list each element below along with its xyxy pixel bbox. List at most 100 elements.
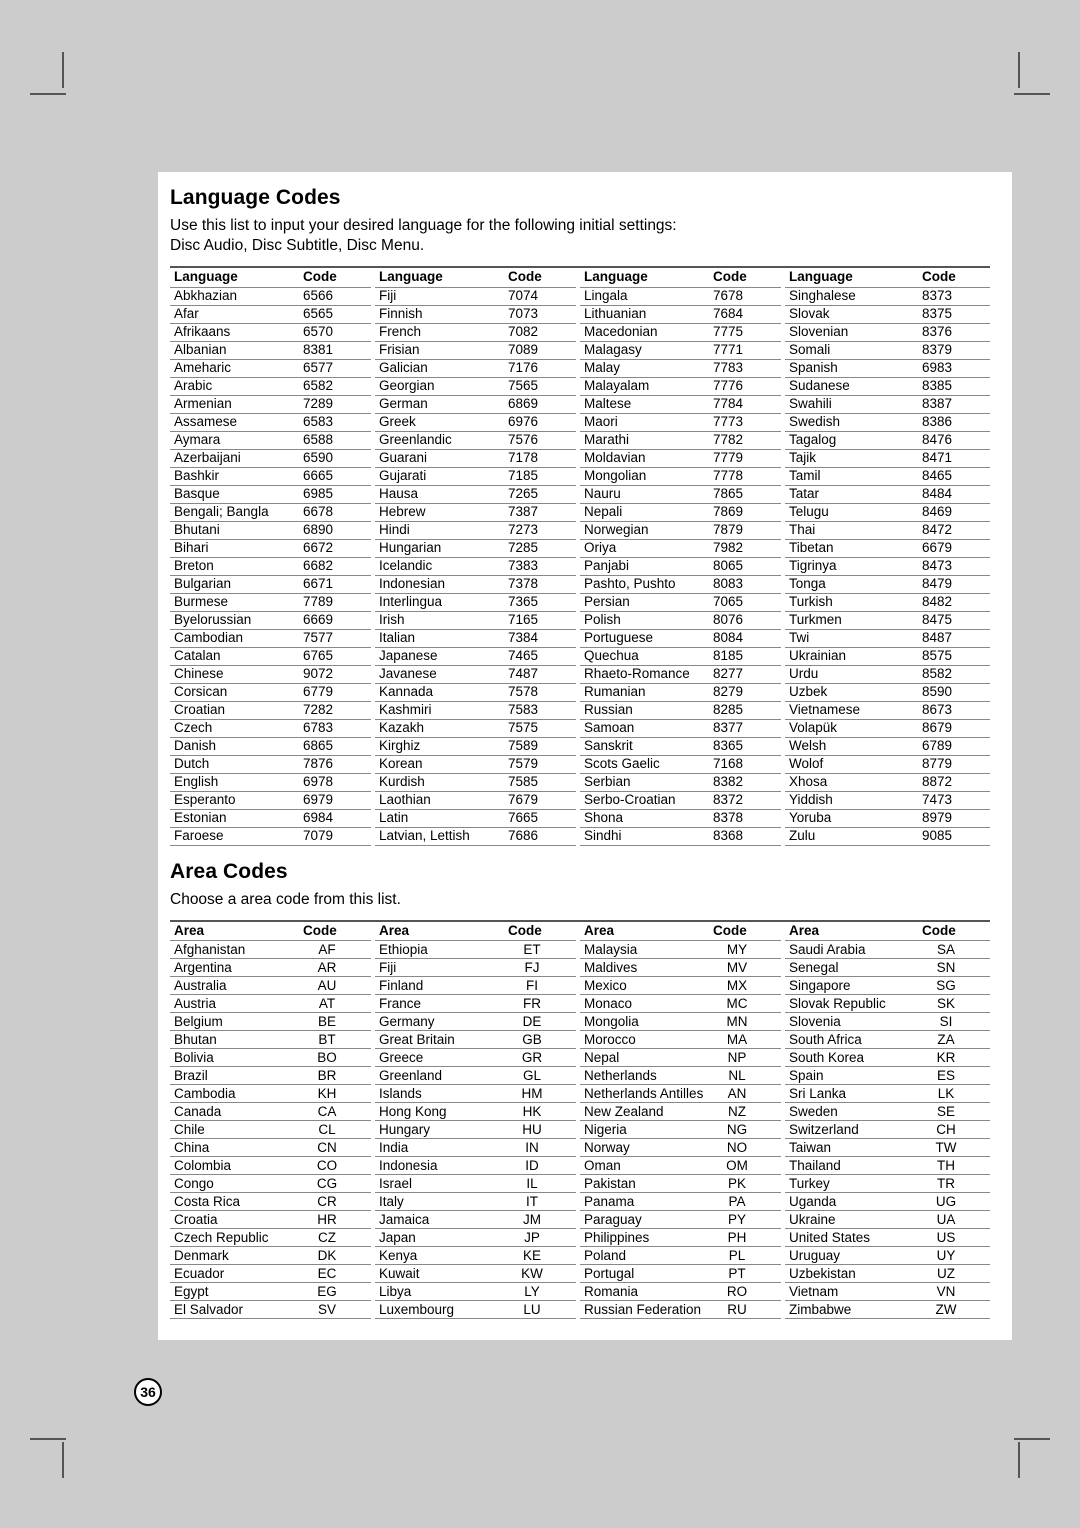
table-row: Sweden SE [785, 1102, 990, 1121]
table-row: Italy IT [375, 1192, 576, 1211]
area-name-cell: Hong Kong [375, 1102, 506, 1121]
area-header-name: Area [580, 921, 711, 941]
table-row: Macedonian 7775 [580, 323, 781, 342]
area-code-cell: HM [506, 1084, 576, 1103]
language-name-cell: Dutch [170, 755, 303, 774]
language-name-cell: Turkmen [785, 611, 922, 630]
area-code-cell: BO [301, 1048, 371, 1067]
area-code-cell: BE [301, 1012, 371, 1031]
area-subtable: Area Code Ethiopia ET Fiji FJ Finland FI France F… [375, 921, 576, 1319]
table-row: Belgium BE [170, 1012, 371, 1031]
table-row: Turkey TR [785, 1174, 990, 1193]
table-row: Esperanto 6979 [170, 791, 371, 810]
area-name-cell: Sri Lanka [785, 1084, 920, 1103]
language-name-cell: Finnish [375, 305, 508, 324]
area-name-cell: Japan [375, 1228, 506, 1247]
language-name-cell: Turkish [785, 593, 922, 612]
language-name-cell: Kazakh [375, 719, 508, 738]
language-code-cell: 8285 [713, 701, 781, 720]
area-code-cell: VN [920, 1282, 990, 1301]
table-row: Persian 7065 [580, 593, 781, 612]
area-code-cell: BT [301, 1030, 371, 1049]
table-row: Brazil BR [170, 1066, 371, 1085]
language-code-cell: 8484 [922, 485, 990, 504]
language-name-cell: Basque [170, 485, 303, 504]
table-row: Tonga 8479 [785, 575, 990, 594]
language-subtable: Language Code Singhalese 8373 Slovak 8375 Slov… [785, 268, 990, 846]
language-code-cell: 6565 [303, 305, 371, 324]
area-code-cell: LY [506, 1282, 576, 1301]
language-name-cell: Telugu [785, 503, 922, 522]
area-code-cell: IN [506, 1138, 576, 1157]
table-row: Thailand TH [785, 1156, 990, 1175]
area-name-cell: Finland [375, 976, 506, 995]
area-name-cell: Turkey [785, 1174, 920, 1193]
area-code-cell: RO [711, 1282, 781, 1301]
language-name-cell: Persian [580, 593, 713, 612]
language-name-cell: Kurdish [375, 773, 508, 792]
table-row: Wolof 8779 [785, 755, 990, 774]
table-row: Swahili 8387 [785, 395, 990, 414]
language-name-cell: Malayalam [580, 377, 713, 396]
area-code-cell: RU [711, 1300, 781, 1319]
table-row: Tamil 8465 [785, 467, 990, 486]
language-name-cell: Assamese [170, 413, 303, 432]
language-code-cell: 7665 [508, 809, 576, 828]
table-row: Hausa 7265 [375, 485, 576, 504]
language-name-cell: Aymara [170, 431, 303, 450]
table-row: Libya LY [375, 1282, 576, 1301]
table-row: Malaysia MY [580, 940, 781, 959]
area-codes-title: Area Codes [170, 859, 288, 883]
language-code-cell: 7771 [713, 341, 781, 360]
table-row: Armenian 7289 [170, 395, 371, 414]
area-header-code: Code [301, 921, 371, 941]
language-code-cell: 7576 [508, 431, 576, 450]
language-code-cell: 7783 [713, 359, 781, 378]
language-code-cell: 7579 [508, 755, 576, 774]
area-header-name: Area [170, 921, 301, 941]
area-name-cell: Ukraine [785, 1210, 920, 1229]
table-row: Dutch 7876 [170, 755, 371, 774]
language-name-cell: Gujarati [375, 467, 508, 486]
language-code-cell: 7073 [508, 305, 576, 324]
crop-mark-bottom-right-horizontal [1014, 1438, 1050, 1440]
language-name-cell: Abkhazian [170, 287, 303, 306]
language-code-cell: 8476 [922, 431, 990, 450]
area-name-cell: Nigeria [580, 1120, 711, 1139]
table-row: Icelandic 7383 [375, 557, 576, 576]
table-row: Switzerland CH [785, 1120, 990, 1139]
table-row: Taiwan TW [785, 1138, 990, 1157]
table-row: Slovak 8375 [785, 305, 990, 324]
area-code-cell: AU [301, 976, 371, 995]
table-row: Latin 7665 [375, 809, 576, 828]
language-name-cell: Portuguese [580, 629, 713, 648]
area-name-cell: South Africa [785, 1030, 920, 1049]
table-row: Zulu 9085 [785, 827, 990, 846]
area-name-cell: Kuwait [375, 1264, 506, 1283]
area-name-cell: Congo [170, 1174, 301, 1193]
language-name-cell: Yoruba [785, 809, 922, 828]
area-code-cell: SI [920, 1012, 990, 1031]
table-row: Mongolia MN [580, 1012, 781, 1031]
area-name-cell: Canada [170, 1102, 301, 1121]
table-row: Russian 8285 [580, 701, 781, 720]
language-name-cell: Danish [170, 737, 303, 756]
table-row: Panama PA [580, 1192, 781, 1211]
table-row: Guarani 7178 [375, 449, 576, 468]
table-row: Tigrinya 8473 [785, 557, 990, 576]
table-row: Hindi 7273 [375, 521, 576, 540]
area-name-cell: Hungary [375, 1120, 506, 1139]
table-row: Faroese 7079 [170, 827, 371, 846]
language-code-cell: 8376 [922, 323, 990, 342]
language-code-cell: 8673 [922, 701, 990, 720]
area-column: Area Code Ethiopia ET Fiji FJ Finland FI France F… [375, 921, 580, 1319]
language-name-cell: Hebrew [375, 503, 508, 522]
language-name-cell: Greek [375, 413, 508, 432]
area-name-cell: Nepal [580, 1048, 711, 1067]
language-name-cell: Panjabi [580, 557, 713, 576]
area-code-cell: UY [920, 1246, 990, 1265]
table-row: Lingala 7678 [580, 287, 781, 306]
area-name-cell: South Korea [785, 1048, 920, 1067]
area-name-cell: Vietnam [785, 1282, 920, 1301]
table-row: Singapore SG [785, 976, 990, 995]
